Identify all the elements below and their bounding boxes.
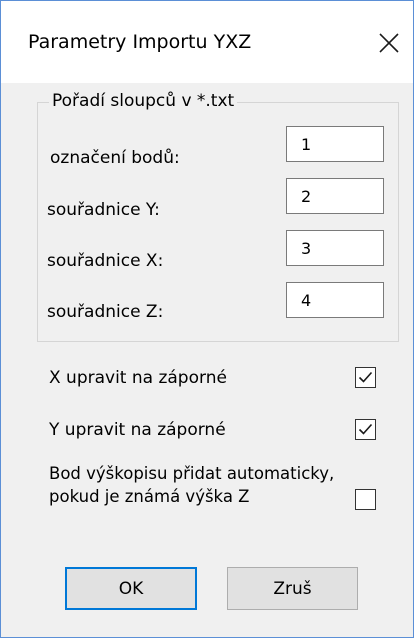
point-label-field[interactable] bbox=[286, 126, 384, 162]
dialog-window: Parametry Importu YXZ Pořadí sloupců v *… bbox=[0, 0, 414, 638]
coordinate-y-field[interactable] bbox=[286, 178, 384, 214]
checkmark-icon bbox=[358, 423, 373, 435]
title-bar: Parametry Importu YXZ bbox=[1, 1, 413, 83]
auto-add-point-label: Bod výškopisu přidat automaticky, pokud … bbox=[49, 464, 335, 506]
negate-x-checkbox[interactable] bbox=[355, 367, 376, 388]
coordinate-y-caption: souřadnice Y: bbox=[47, 200, 160, 220]
ok-button[interactable]: OK bbox=[65, 567, 197, 610]
negate-y-checkbox[interactable] bbox=[355, 419, 376, 440]
column-order-legend: Pořadí sloupců v *.txt bbox=[49, 91, 238, 111]
coordinate-z-caption: souřadnice Z: bbox=[47, 302, 164, 322]
close-button[interactable] bbox=[366, 21, 410, 65]
point-label-caption: označení bodů: bbox=[50, 148, 180, 168]
negate-y-label: Y upravit na záporné bbox=[49, 420, 226, 440]
coordinate-z-field[interactable] bbox=[286, 282, 384, 318]
coordinate-x-caption: souřadnice X: bbox=[47, 251, 164, 271]
dialog-title: Parametry Importu YXZ bbox=[28, 31, 252, 53]
checkmark-icon bbox=[358, 371, 373, 383]
negate-x-label: X upravit na záporné bbox=[49, 368, 227, 388]
auto-add-point-checkbox[interactable] bbox=[355, 489, 376, 510]
cancel-button[interactable]: Zruš bbox=[227, 567, 358, 610]
close-icon bbox=[379, 33, 399, 53]
coordinate-x-field[interactable] bbox=[286, 230, 384, 266]
